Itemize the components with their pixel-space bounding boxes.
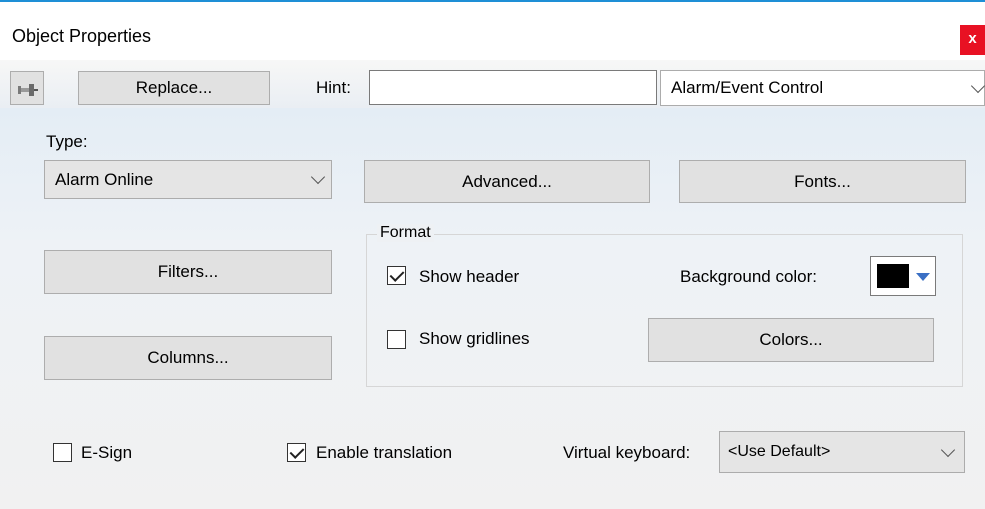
enable-translation-checkbox[interactable] — [287, 443, 306, 462]
show-header-label: Show header — [419, 267, 520, 286]
dropdown-arrow-icon — [916, 273, 930, 281]
colors-button[interactable]: Colors... — [648, 318, 934, 362]
esign-checkbox[interactable] — [53, 443, 72, 462]
virtual-keyboard-select[interactable]: <Use Default> — [719, 431, 965, 473]
replace-button[interactable]: Replace... — [78, 71, 270, 105]
show-header-checkbox[interactable] — [387, 266, 406, 285]
window-title: Object Properties — [12, 26, 152, 46]
fonts-button[interactable]: Fonts... — [679, 160, 966, 203]
object-type-select[interactable]: Alarm/Event Control — [660, 70, 985, 106]
virtual-keyboard-label: Virtual keyboard: — [563, 443, 691, 462]
hint-input[interactable] — [369, 70, 657, 105]
hint-label: Hint: — [316, 78, 351, 97]
filters-button[interactable]: Filters... — [44, 250, 332, 294]
show-gridlines-label: Show gridlines — [419, 329, 530, 348]
columns-button[interactable]: Columns... — [44, 336, 332, 380]
background-color-picker[interactable] — [870, 256, 936, 296]
type-select[interactable]: Alarm Online — [44, 160, 332, 199]
chevron-down-icon — [940, 442, 956, 458]
object-type-value: Alarm/Event Control — [671, 78, 824, 97]
chevron-down-icon — [310, 169, 326, 185]
chevron-down-icon — [970, 78, 985, 94]
background-color-label: Background color: — [680, 267, 818, 286]
format-legend: Format — [377, 224, 434, 242]
virtual-keyboard-value: <Use Default> — [728, 443, 831, 460]
pin-button[interactable] — [10, 71, 44, 105]
advanced-button[interactable]: Advanced... — [364, 160, 650, 203]
close-button[interactable]: x — [960, 25, 985, 55]
type-value: Alarm Online — [55, 169, 154, 189]
color-swatch — [877, 264, 909, 288]
pushpin-icon — [17, 82, 39, 102]
show-gridlines-checkbox[interactable] — [387, 330, 406, 349]
enable-translation-label: Enable translation — [316, 443, 453, 462]
esign-label: E-Sign — [81, 443, 133, 462]
type-label: Type: — [46, 132, 88, 151]
